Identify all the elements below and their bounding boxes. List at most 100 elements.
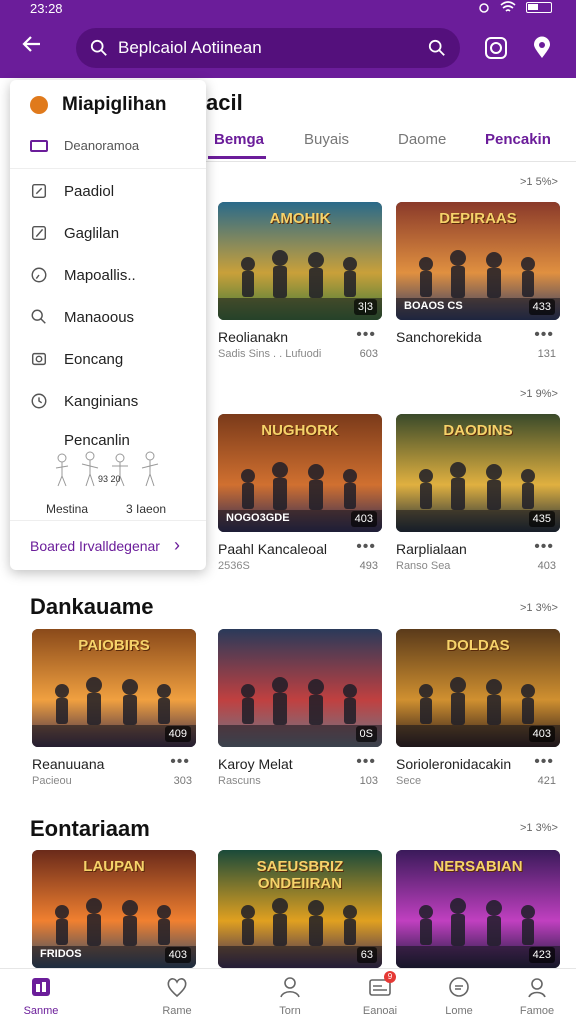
rating-badge: 435	[528, 511, 555, 527]
menu-item-label: Gaglilan	[64, 224, 120, 242]
see-more-link[interactable]: >1 5%>	[520, 176, 558, 188]
rating-badge: 403	[350, 511, 377, 527]
thumb-title: AMOHIK	[269, 210, 331, 227]
game-thumbnail[interactable]: NUGHORK NOGO3GDE 403	[218, 414, 382, 532]
thumb-title: NUGHORK	[261, 422, 339, 439]
game-card[interactable]: LAUPAN FRIDOS 403 •••	[32, 850, 198, 968]
menu-item-mapoallis[interactable]: Mapoallis..	[30, 266, 206, 284]
menu-item-manaoous[interactable]: Manaoous	[30, 308, 206, 326]
game-title: Reanuuana	[32, 756, 105, 772]
search-bar[interactable]	[76, 28, 460, 68]
game-subtitle: Ranso Sea	[396, 560, 451, 572]
thumb-title: DAODINS	[443, 422, 513, 439]
game-title: Sorioleronidacakin	[396, 756, 512, 772]
game-card[interactable]: 0S Karoy Melat Rascuns ••• 103	[218, 629, 384, 787]
rating-badge: 423	[528, 947, 555, 963]
menu-item-paadiol[interactable]: Paadiol	[30, 182, 206, 200]
more-options-icon[interactable]: •••	[356, 538, 376, 556]
game-title: Sanchorekida	[396, 329, 482, 345]
game-thumbnail[interactable]: DAODINS 435	[396, 414, 560, 532]
nav-item-profile[interactable]: Famoe	[502, 975, 572, 1017]
nav-item-home[interactable]: Sanme	[6, 975, 76, 1017]
game-thumbnail[interactable]: DOLDAS 403	[396, 629, 560, 747]
tab-daome[interactable]: Daome	[398, 131, 446, 148]
section-title-featured: acil	[206, 90, 243, 115]
game-card[interactable]: SAEUSBRIZ ONDEIIRAN 63 •••	[218, 850, 384, 968]
game-thumbnail[interactable]: NERSABIAN 423	[396, 850, 560, 968]
game-subtitle: Rascuns	[218, 775, 261, 787]
camera-icon	[31, 352, 47, 366]
more-options-icon[interactable]: •••	[534, 753, 554, 771]
game-thumbnail[interactable]: AMOHIK 3|3	[218, 202, 382, 320]
game-subtitle: Pacieou	[32, 775, 72, 787]
menu-item-label: Pencanlin	[64, 432, 130, 449]
nav-label: Rame	[162, 1005, 192, 1017]
more-options-icon[interactable]: •••	[356, 326, 376, 344]
game-thumbnail[interactable]: PAIOBIRS 409	[32, 629, 196, 747]
game-card[interactable]: DOLDAS 403 Sorioleronidacakin Sece ••• 4…	[396, 629, 562, 787]
thumb-subtitle: FRIDOS	[40, 948, 82, 960]
menu-item-gaglilan[interactable]: Gaglilan	[30, 224, 206, 242]
more-options-icon[interactable]: •••	[534, 538, 554, 556]
more-options-icon[interactable]: •••	[170, 753, 190, 771]
game-card[interactable]: DEPIRAAS BOAOS CS 433 Sanchorekida ••• 1…	[396, 202, 562, 360]
tab-bemga[interactable]: Bemga	[214, 131, 264, 148]
game-title: Paahl Kancaleoal	[218, 541, 327, 557]
section-title: Dankauame	[30, 594, 154, 619]
heroes-sketch-illustration: 93 20	[55, 451, 159, 487]
tab-buyais[interactable]: Buyais	[304, 131, 349, 148]
menu-subtitle[interactable]: Deanoramoa	[30, 138, 139, 153]
search-input[interactable]	[118, 38, 418, 58]
tab-pencakin[interactable]: Pencakin	[485, 131, 551, 148]
game-card[interactable]: DAODINS 435 Rarplialaan Ranso Sea ••• 40…	[396, 414, 562, 572]
nav-item-cards[interactable]: 9 Eanoai	[345, 971, 415, 1017]
thumb-title: DEPIRAAS	[439, 210, 517, 227]
menu-item-kanginians[interactable]: Kanginians	[30, 392, 206, 410]
chat-icon	[449, 977, 469, 997]
chevron-right-icon: ›	[174, 535, 180, 555]
menu-item-label: Paadiol	[64, 182, 115, 200]
location-icon[interactable]	[530, 36, 554, 60]
thumb-title: SAEUSBRIZ ONDEIIRAN	[256, 858, 344, 892]
game-thumbnail[interactable]: 0S	[218, 629, 382, 747]
game-subtitle: 2536S	[218, 560, 250, 572]
back-arrow-icon[interactable]	[20, 32, 48, 60]
game-thumbnail[interactable]: DEPIRAAS BOAOS CS 433	[396, 202, 560, 320]
nav-item-chat[interactable]: Lome	[424, 975, 494, 1017]
menu-subtitle-label: Deanoramoa	[64, 138, 140, 153]
rating-badge: 403	[528, 726, 555, 742]
game-count: 103	[359, 775, 378, 787]
menu-header[interactable]: Miapiglihan	[30, 94, 167, 116]
game-card[interactable]: PAIOBIRS 409 Reanuuana Pacieou ••• 303	[32, 629, 198, 787]
menu-item-pencanlin[interactable]: Pencanlin	[64, 432, 204, 449]
see-more-link[interactable]: >1 3%>	[520, 602, 558, 614]
more-options-icon[interactable]: •••	[534, 326, 554, 344]
home-icon	[32, 978, 50, 996]
screen-icon	[30, 139, 48, 152]
search-submit-icon[interactable]	[428, 39, 446, 57]
nav-item-favorites[interactable]: Rame	[142, 975, 212, 1017]
game-subtitle: Sadis Sins . . Lufuodi	[218, 348, 322, 360]
see-more-link[interactable]: >1 3%>	[520, 822, 558, 834]
menu-caption-right: 3 Iaeon	[126, 502, 167, 516]
game-card[interactable]: NUGHORK NOGO3GDE 403 Paahl Kancaleoal 25…	[218, 414, 384, 572]
see-more-link[interactable]: >1 9%>	[520, 388, 558, 400]
game-title: Rarplialaan	[396, 541, 467, 557]
game-title: Reolianakn	[218, 329, 289, 345]
game-thumbnail[interactable]: LAUPAN FRIDOS 403	[32, 850, 196, 968]
menu-item-label: Mapoallis..	[64, 266, 136, 284]
menu-footer-label: Boared Irvalldegenar	[30, 537, 160, 554]
menu-footer-link[interactable]: Boared Irvalldegenar ›	[10, 520, 206, 570]
menu-item-eoncang[interactable]: Eoncang	[30, 350, 206, 368]
thumb-title: PAIOBIRS	[78, 637, 150, 654]
more-options-icon[interactable]: •••	[356, 753, 376, 771]
timer-icon	[31, 393, 47, 409]
menu-item-label: Eoncang	[64, 350, 124, 368]
nav-item-person[interactable]: Torn	[255, 975, 325, 1017]
game-thumbnail[interactable]: SAEUSBRIZ ONDEIIRAN 63	[218, 850, 382, 968]
menu-item-label: Manaoous	[64, 308, 135, 326]
game-count: 403	[537, 560, 556, 572]
game-controller-icon[interactable]	[484, 36, 508, 60]
game-card[interactable]: NERSABIAN 423 •••	[396, 850, 562, 968]
game-card[interactable]: AMOHIK 3|3 Reolianakn Sadis Sins . . Luf…	[218, 202, 384, 360]
